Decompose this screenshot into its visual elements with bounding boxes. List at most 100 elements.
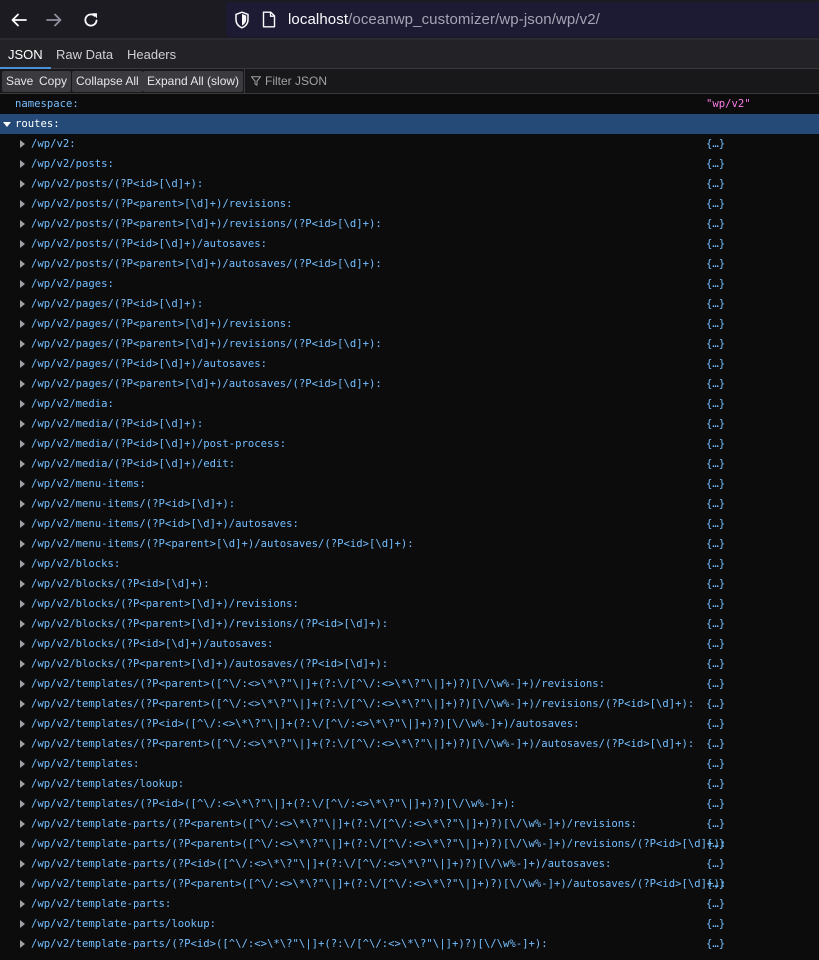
tree-row-route[interactable]: /wp/v2/pages/(?P<parent>[\d]+)/autosaves… [0,374,819,394]
tree-row-route[interactable]: /wp/v2/media/(?P<id>[\d]+): {…} [0,414,819,434]
collapsed-arrow-icon[interactable] [18,294,28,314]
tree-row-namespace[interactable]: namespace: "wp/v2" [0,94,819,114]
tree-value-object[interactable]: {…} [706,734,725,754]
tree-row-route[interactable]: /wp/v2/menu-items/(?P<id>[\d]+): {…} [0,494,819,514]
collapsed-arrow-icon[interactable] [18,634,28,654]
tree-value-object[interactable]: {…} [706,414,725,434]
tree-value-object[interactable]: {…} [706,874,725,894]
collapsed-arrow-icon[interactable] [18,314,28,334]
tree-value-object[interactable]: {…} [706,754,725,774]
collapsed-arrow-icon[interactable] [18,934,28,954]
tree-row-routes[interactable]: routes: [0,114,819,134]
tracking-protection-shield-icon[interactable] [234,11,250,29]
tree-value-object[interactable]: {…} [706,854,725,874]
collapsed-arrow-icon[interactable] [18,154,28,174]
page-info-icon[interactable] [262,11,276,28]
collapse-all-button[interactable]: Collapse All [72,71,143,92]
collapsed-arrow-icon[interactable] [18,394,28,414]
tree-value-object[interactable]: {…} [706,914,725,934]
tree-value-object[interactable]: {…} [706,554,725,574]
collapsed-arrow-icon[interactable] [18,834,28,854]
tree-value-object[interactable]: {…} [706,434,725,454]
collapsed-arrow-icon[interactable] [18,354,28,374]
tree-row-route[interactable]: /wp/v2/posts/(?P<parent>[\d]+)/autosaves… [0,254,819,274]
collapsed-arrow-icon[interactable] [18,494,28,514]
tree-value-object[interactable]: {…} [706,494,725,514]
collapsed-arrow-icon[interactable] [18,874,28,894]
collapsed-arrow-icon[interactable] [18,174,28,194]
tree-row-route[interactable]: /wp/v2/blocks: {…} [0,554,819,574]
tree-row-route[interactable]: /wp/v2/pages/(?P<id>[\d]+)/autosaves: {…} [0,354,819,374]
tree-value-object[interactable]: {…} [706,394,725,414]
tree-row-route[interactable]: /wp/v2/blocks/(?P<parent>[\d]+)/revision… [0,594,819,614]
tree-row-route[interactable]: /wp/v2/templates/(?P<parent>([^\/:<>\*\?… [0,674,819,694]
tree-row-route[interactable]: /wp/v2/templates/(?P<id>([^\/:<>\*\?"\|]… [0,714,819,734]
tree-value-object[interactable]: {…} [706,594,725,614]
tree-value-object[interactable]: {…} [706,134,725,154]
tree-value-object[interactable]: {…} [706,794,725,814]
collapsed-arrow-icon[interactable] [18,234,28,254]
tree-row-route[interactable]: /wp/v2/posts: {…} [0,154,819,174]
tree-row-route[interactable]: /wp/v2/posts/(?P<id>[\d]+): {…} [0,174,819,194]
collapsed-arrow-icon[interactable] [18,574,28,594]
collapsed-arrow-icon[interactable] [18,214,28,234]
tree-value-object[interactable]: {…} [706,514,725,534]
tree-row-route[interactable]: /wp/v2/menu-items/(?P<parent>[\d]+)/auto… [0,534,819,554]
tree-row-route[interactable]: /wp/v2/pages/(?P<id>[\d]+): {…} [0,294,819,314]
tree-row-route[interactable]: /wp/v2/menu-items: {…} [0,474,819,494]
tree-row-route[interactable]: /wp/v2/templates/(?P<id>([^\/:<>\*\?"\|]… [0,794,819,814]
tree-row-route[interactable]: /wp/v2/template-parts/(?P<parent>([^\/:<… [0,834,819,854]
tree-row-route[interactable]: /wp/v2/blocks/(?P<id>[\d]+)/autosaves: {…… [0,634,819,654]
tree-row-route[interactable]: /wp/v2/pages/(?P<parent>[\d]+)/revisions… [0,334,819,354]
reload-button[interactable] [75,4,107,36]
tree-row-route[interactable]: /wp/v2/templates/(?P<parent>([^\/:<>\*\?… [0,694,819,714]
tree-value-object[interactable]: {…} [706,474,725,494]
copy-button[interactable]: Copy [35,71,72,92]
tree-row-route[interactable]: /wp/v2/pages/(?P<parent>[\d]+)/revisions… [0,314,819,334]
collapsed-arrow-icon[interactable] [18,714,28,734]
tree-row-route[interactable]: /wp/v2/blocks/(?P<id>[\d]+): {…} [0,574,819,594]
collapsed-arrow-icon[interactable] [18,894,28,914]
tab-json[interactable]: JSON [0,40,51,69]
tree-value-object[interactable]: {…} [706,194,725,214]
expanded-arrow-icon[interactable] [2,114,12,134]
tree-row-route[interactable]: /wp/v2/templates: {…} [0,754,819,774]
tree-value-object[interactable]: {…} [706,154,725,174]
tree-row-route[interactable]: /wp/v2/media/(?P<id>[\d]+)/edit: {…} [0,454,819,474]
filter-json-input[interactable]: Filter JSON [244,69,327,94]
tree-row-route[interactable]: /wp/v2/menu-items/(?P<id>[\d]+)/autosave… [0,514,819,534]
tree-value-object[interactable]: {…} [706,254,725,274]
tree-row-route[interactable]: /wp/v2/pages: {…} [0,274,819,294]
collapsed-arrow-icon[interactable] [18,454,28,474]
tree-value-object[interactable]: {…} [706,314,725,334]
tree-value-object[interactable]: {…} [706,234,725,254]
collapsed-arrow-icon[interactable] [18,594,28,614]
tree-value-object[interactable]: {…} [706,834,725,854]
collapsed-arrow-icon[interactable] [18,734,28,754]
tree-value-object[interactable]: {…} [706,374,725,394]
tree-value-object[interactable]: {…} [706,294,725,314]
collapsed-arrow-icon[interactable] [18,614,28,634]
collapsed-arrow-icon[interactable] [18,854,28,874]
forward-button[interactable] [38,4,70,36]
collapsed-arrow-icon[interactable] [18,674,28,694]
tab-headers[interactable]: Headers [119,40,184,69]
tree-value-object[interactable]: {…} [706,214,725,234]
tree-row-route[interactable]: /wp/v2/template-parts/(?P<id>([^\/:<>\*\… [0,934,819,954]
tree-row-route[interactable]: /wp/v2/posts/(?P<id>[\d]+)/autosaves: {…} [0,234,819,254]
tree-value-object[interactable]: {…} [706,614,725,634]
collapsed-arrow-icon[interactable] [18,254,28,274]
tree-value-object[interactable]: {…} [706,634,725,654]
tree-row-route[interactable]: /wp/v2/template-parts/lookup: {…} [0,914,819,934]
tree-value-object[interactable]: {…} [706,694,725,714]
collapsed-arrow-icon[interactable] [18,194,28,214]
tree-value-object[interactable]: {…} [706,774,725,794]
tree-row-route[interactable]: /wp/v2/templates/(?P<parent>([^\/:<>\*\?… [0,734,819,754]
collapsed-arrow-icon[interactable] [18,534,28,554]
expand-all-button[interactable]: Expand All (slow) [143,71,244,92]
tree-value-object[interactable]: {…} [706,714,725,734]
collapsed-arrow-icon[interactable] [18,474,28,494]
tree-row-route[interactable]: /wp/v2/template-parts/(?P<parent>([^\/:<… [0,814,819,834]
tree-row-route[interactable]: /wp/v2/blocks/(?P<parent>[\d]+)/autosave… [0,654,819,674]
collapsed-arrow-icon[interactable] [18,794,28,814]
